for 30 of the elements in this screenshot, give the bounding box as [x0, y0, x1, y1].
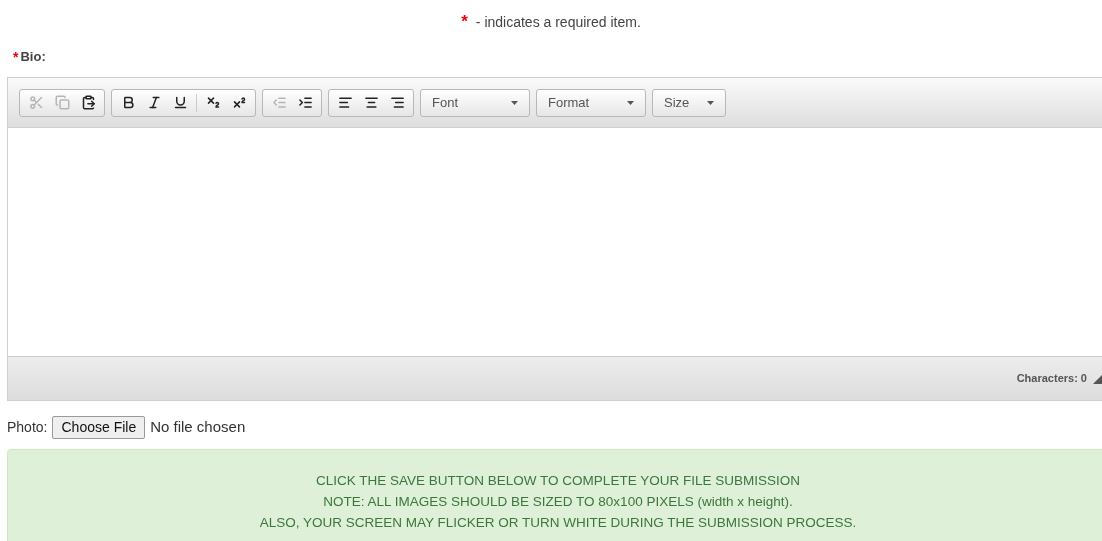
notice-text: ALSO, YOUR SCREEN MAY FLICKER OR TURN WHITE DURING THE SUBMISSION PROCESS. — [259, 514, 858, 532]
caret-icon — [511, 100, 518, 105]
subscript-icon — [205, 95, 221, 110]
photo-label: Photo: — [7, 417, 48, 437]
file-status: No file chosen — [150, 416, 246, 437]
character-count: Characters: 0 — [1016, 371, 1087, 387]
scissors-icon — [28, 95, 44, 110]
toolbar-dropdown[interactable]: Size — [652, 88, 726, 117]
resize-handle-icon[interactable] — [1093, 373, 1102, 384]
required-note: - indicates a required item. — [475, 12, 641, 32]
required-mark: * — [461, 11, 468, 34]
paste-icon — [80, 95, 96, 110]
indent-icon — [297, 95, 313, 110]
italic-icon — [146, 95, 162, 110]
choose-file-button[interactable]: Choose File — [52, 415, 146, 439]
caret-icon — [627, 100, 634, 105]
align-right-icon — [389, 95, 405, 110]
underline-icon — [172, 95, 188, 110]
toolbar-dropdown[interactable]: Format — [536, 88, 646, 117]
bio-label: Bio: — [20, 48, 46, 67]
required-mark: * — [13, 47, 19, 67]
toolbar-dropdown[interactable]: Font — [420, 88, 530, 117]
align-left-icon — [337, 95, 353, 110]
align-center-icon — [363, 95, 379, 110]
caret-icon — [707, 100, 714, 105]
copy-icon — [54, 95, 70, 110]
outdent-icon — [271, 95, 287, 110]
notice-text: CLICK THE SAVE BUTTON BELOW TO COMPLETE YOUR FILE SUBMISSION — [316, 472, 801, 490]
notice-text: NOTE: ALL IMAGES SHOULD BE SIZED TO 80x100 PIXELS (width x height). — [323, 493, 794, 511]
superscript-icon — [231, 95, 247, 110]
